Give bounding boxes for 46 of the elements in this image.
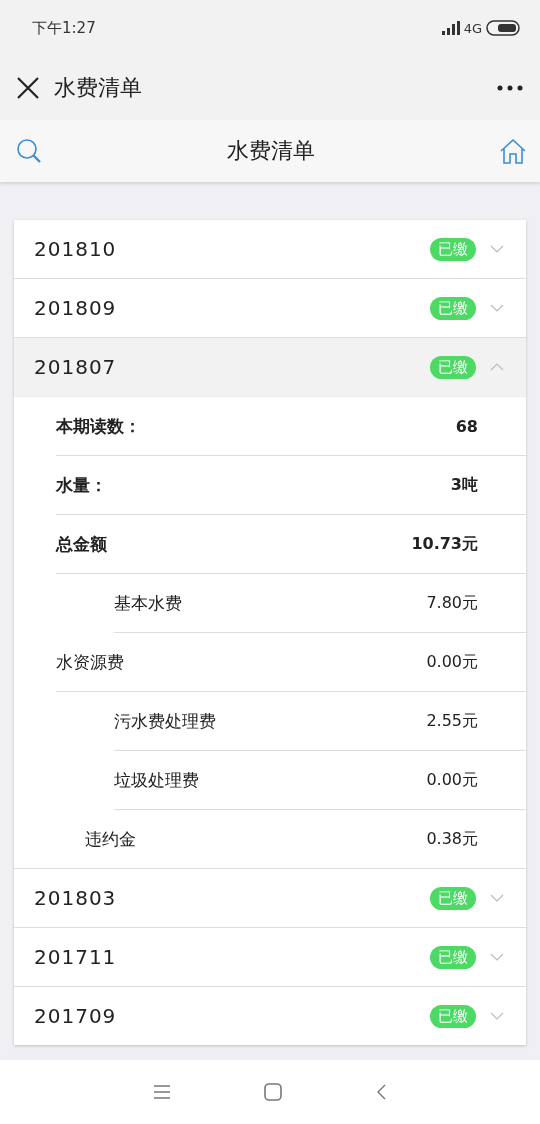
chevron-down-icon bbox=[490, 1012, 504, 1020]
more-button[interactable] bbox=[496, 84, 524, 92]
chevron-down-icon bbox=[490, 245, 504, 253]
header-title: 水费清单 bbox=[226, 137, 316, 165]
back-button[interactable] bbox=[376, 1084, 386, 1100]
bill-month-row[interactable]: 201709 已缴 bbox=[14, 986, 526, 1045]
detail-label: 水资源费 bbox=[56, 650, 125, 674]
detail-value: 7.80元 bbox=[426, 592, 478, 614]
detail-label: 本期读数： bbox=[56, 414, 142, 438]
detail-label: 总金额 bbox=[56, 532, 108, 556]
detail-value: 0.38元 bbox=[426, 828, 478, 850]
detail-value: 3吨 bbox=[450, 474, 478, 496]
detail-value: 0.00元 bbox=[426, 651, 478, 673]
detail-label: 垃圾处理费 bbox=[114, 768, 200, 792]
network-label: 4G bbox=[463, 20, 482, 36]
chevron-down-icon bbox=[490, 304, 504, 312]
chevron-up-icon bbox=[490, 363, 504, 371]
close-button[interactable] bbox=[16, 76, 40, 100]
menu-button[interactable] bbox=[154, 1085, 170, 1099]
status-time: 下午1:27 bbox=[32, 18, 96, 38]
page-title: 水费清单 bbox=[54, 74, 143, 102]
chevron-down-icon bbox=[490, 894, 504, 902]
battery-icon bbox=[486, 20, 520, 36]
detail-value: 68 bbox=[455, 416, 478, 436]
paid-badge: 已缴 bbox=[430, 296, 476, 320]
paid-badge: 已缴 bbox=[430, 355, 476, 379]
paid-badge: 已缴 bbox=[430, 886, 476, 910]
bill-month-row[interactable]: 201807 已缴 bbox=[14, 337, 526, 396]
detail-value: 2.55元 bbox=[426, 710, 478, 732]
paid-badge: 已缴 bbox=[430, 945, 476, 969]
home-button[interactable] bbox=[500, 138, 526, 164]
signal-icon bbox=[441, 21, 460, 35]
search-button[interactable] bbox=[16, 138, 42, 164]
detail-label: 污水费处理费 bbox=[114, 709, 217, 733]
bill-month-row[interactable]: 201803 已缴 bbox=[14, 868, 526, 927]
detail-label: 水量： bbox=[56, 473, 108, 497]
detail-label: 基本水费 bbox=[114, 591, 183, 615]
chevron-down-icon bbox=[490, 953, 504, 961]
bill-month-row[interactable]: 201810 已缴 bbox=[14, 220, 526, 278]
detail-value: 10.73元 bbox=[411, 533, 478, 555]
paid-badge: 已缴 bbox=[430, 237, 476, 261]
detail-label: 违约金 bbox=[85, 827, 137, 851]
paid-badge: 已缴 bbox=[430, 1004, 476, 1028]
bill-month-row[interactable]: 201711 已缴 bbox=[14, 927, 526, 986]
home-button[interactable] bbox=[264, 1083, 282, 1101]
detail-value: 0.00元 bbox=[426, 769, 478, 791]
